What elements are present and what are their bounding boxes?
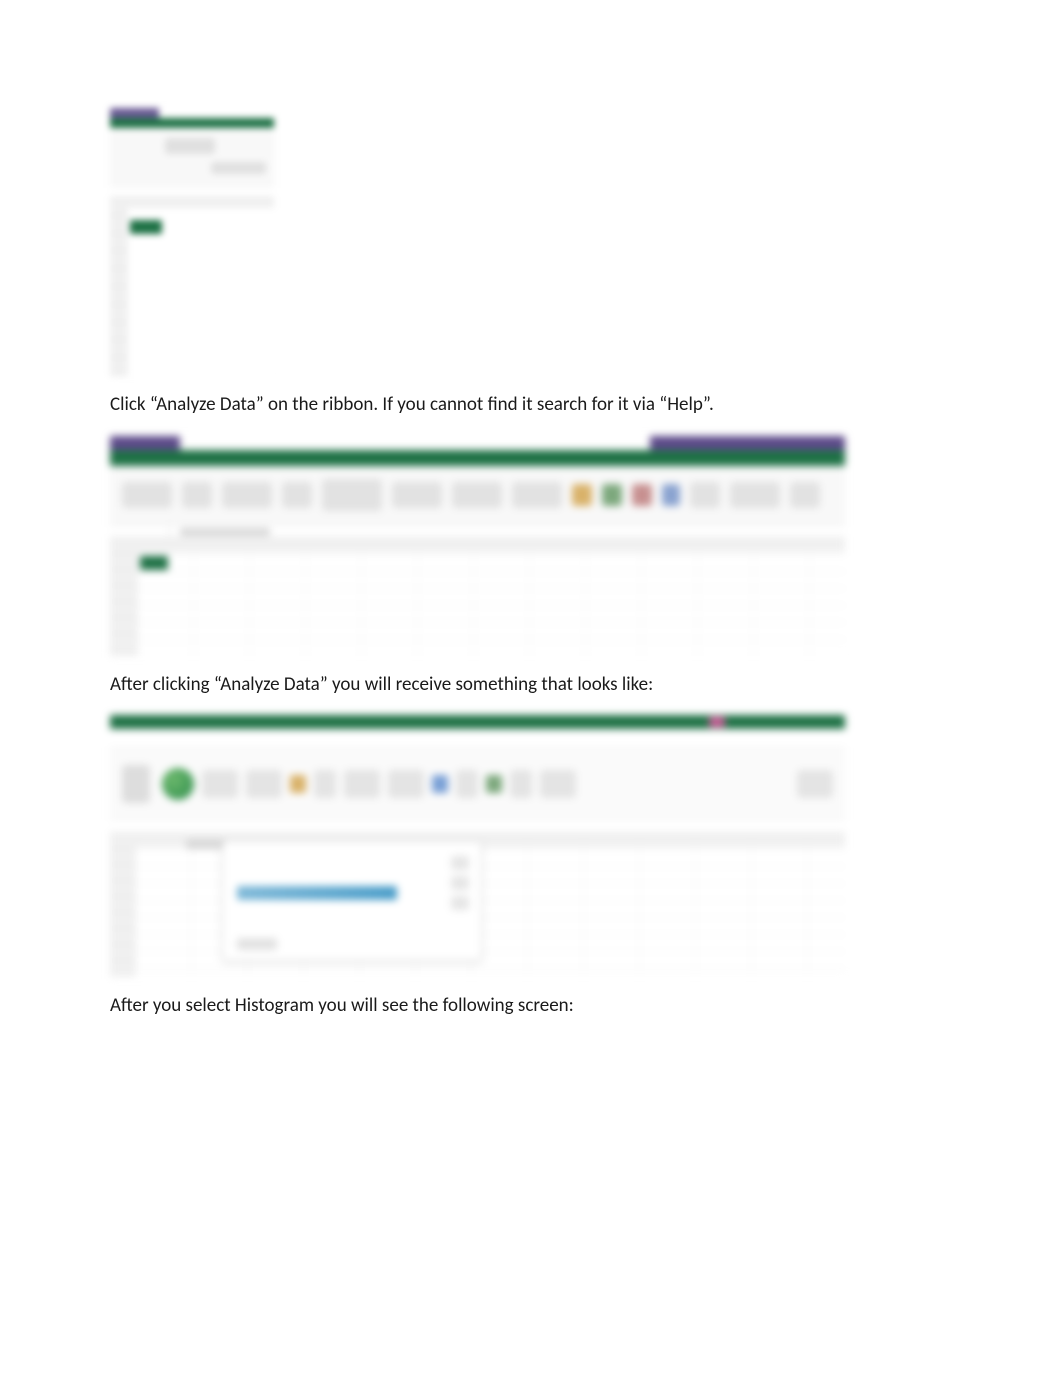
screenshot-excel-small [110,108,274,376]
screenshot-excel-dialog [110,715,845,977]
instruction-paragraph-1: Click “Analyze Data” on the ribbon. If y… [110,392,952,418]
document-page: Click “Analyze Data” on the ribbon. If y… [0,0,1062,1019]
screenshot-excel-ribbon [110,436,845,656]
instruction-paragraph-2: After clicking “Analyze Data” you will r… [110,672,952,698]
instruction-paragraph-3: After you select Histogram you will see … [110,993,952,1019]
